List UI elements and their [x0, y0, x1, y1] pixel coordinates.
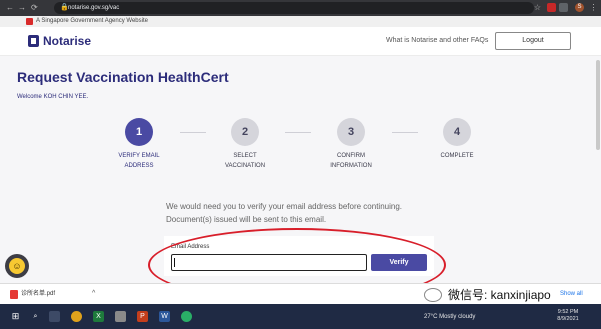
step-1-circle: 1: [125, 118, 153, 146]
wechat-watermark: 微信号: kanxinjiapo: [448, 288, 551, 302]
wechat-app-icon[interactable]: [181, 311, 192, 322]
excel-app-icon[interactable]: X: [93, 311, 104, 322]
reload-icon[interactable]: ⟳: [31, 3, 38, 13]
weather-widget[interactable]: 27°C Mostly cloudy: [424, 313, 475, 321]
back-arrow-icon[interactable]: ←: [6, 3, 14, 13]
lion-head-icon: [26, 18, 33, 25]
smiley-face-icon: ☺: [9, 258, 25, 274]
step-1-label-line2: ADDRESS: [124, 163, 154, 169]
clock-time: 9:52 PM: [557, 309, 579, 315]
gov-banner-text: A Singapore Government Agency Website: [36, 18, 148, 24]
extension-icon[interactable]: [547, 3, 556, 12]
step-1-label-line1: VERIFY EMAIL: [118, 153, 160, 159]
welcome-text: Welcome KOH CHIN YEE.: [17, 94, 89, 100]
verify-instructions-line1: We would need you to verify your email a…: [166, 202, 402, 211]
brand-name[interactable]: Notarise: [43, 33, 91, 49]
forward-arrow-icon[interactable]: →: [18, 3, 26, 13]
windows-start-icon[interactable]: ⊞: [10, 311, 21, 322]
chat-widget-button[interactable]: ☺: [5, 254, 29, 278]
profile-avatar-icon[interactable]: S: [575, 3, 584, 12]
search-icon[interactable]: ⌕: [30, 311, 41, 322]
task-view-icon[interactable]: [49, 311, 60, 322]
address-bar-url[interactable]: notarise.gov.sg/vac: [68, 2, 119, 14]
browser-toolbar: ← → ⟳ 🔒 notarise.gov.sg/vac ☆ S ⋮: [0, 0, 601, 16]
app-icon[interactable]: [115, 311, 126, 322]
step-connector: [180, 132, 206, 133]
logout-button[interactable]: Logout: [495, 32, 571, 50]
step-2-circle: 2: [231, 118, 259, 146]
word-app-icon[interactable]: W: [159, 311, 170, 322]
step-4-label: COMPLETE: [417, 151, 497, 161]
extension-icon[interactable]: [559, 3, 568, 12]
download-options-chevron-icon[interactable]: ^: [92, 289, 95, 299]
step-3-label-line2: INFORMATION: [330, 163, 372, 169]
verify-instructions: We would need you to verify your email a…: [166, 200, 456, 226]
powerpoint-app-icon[interactable]: P: [137, 311, 148, 322]
step-3-circle: 3: [337, 118, 365, 146]
scrollbar-thumb[interactable]: [596, 60, 600, 150]
step-connector: [285, 132, 311, 133]
step-2-label-line2: VACCINATION: [224, 163, 266, 169]
download-file-name[interactable]: 诊所名单.pdf: [21, 290, 55, 299]
chrome-app-icon[interactable]: [71, 311, 82, 322]
step-4-circle: 4: [443, 118, 471, 146]
step-4-label-line1: COMPLETE: [440, 153, 474, 159]
notarise-logo-icon[interactable]: [28, 35, 39, 47]
menu-dots-icon[interactable]: ⋮: [589, 3, 598, 12]
faq-link[interactable]: What is Notarise and other FAQs: [386, 36, 488, 46]
site-header: Notarise What is Notarise and other FAQs…: [0, 27, 601, 56]
step-2-label-line1: SELECT: [233, 153, 257, 159]
step-1-label: VERIFY EMAIL ADDRESS: [99, 151, 179, 171]
clock-date: 8/9/2021: [557, 316, 579, 322]
step-connector: [392, 132, 418, 133]
verify-instructions-line2: Document(s) issued will be sent to this …: [166, 215, 327, 224]
step-2-label: SELECT VACCINATION: [205, 151, 285, 171]
gov-banner: A Singapore Government Agency Website: [0, 16, 601, 27]
star-icon[interactable]: ☆: [533, 3, 542, 12]
step-3-label-line1: CONFIRM: [337, 153, 365, 159]
wechat-logo-icon: [424, 288, 442, 302]
windows-taskbar: ⊞ ⌕ X P W 27°C Mostly cloudy 9:52 PM 8/9…: [0, 304, 601, 329]
show-all-link[interactable]: Show all: [560, 290, 583, 298]
system-clock[interactable]: 9:52 PM 8/9/2021: [555, 309, 581, 323]
pdf-file-icon: [10, 290, 18, 299]
address-bar[interactable]: [54, 2, 534, 14]
step-3-label: CONFIRM INFORMATION: [311, 151, 391, 171]
page-title: Request Vaccination HealthCert: [17, 69, 229, 85]
